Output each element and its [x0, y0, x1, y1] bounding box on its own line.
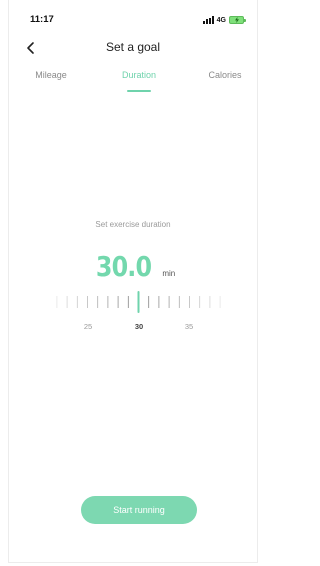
start-running-button[interactable]: Start running [81, 496, 197, 524]
goal-prompt: Set exercise duration [95, 220, 171, 229]
goal-value-display: 30.0 min [8, 250, 258, 284]
status-bar: 11:17 4G [8, 0, 258, 36]
tab-duration[interactable]: Duration [108, 70, 170, 80]
status-time: 11:17 [30, 14, 54, 25]
goal-unit: min [162, 269, 176, 278]
ruler-label: 25 [83, 322, 93, 331]
goal-value: 30.0 [95, 250, 152, 283]
ruler-label-selected: 30 [134, 322, 144, 331]
page-title: Set a goal [105, 40, 161, 54]
network-type: 4G [216, 16, 226, 24]
battery-charging-icon [229, 16, 246, 24]
goal-tabs: Mileage Duration Calories [8, 70, 258, 100]
tab-mileage[interactable]: Mileage [21, 70, 81, 80]
duration-ruler-slider[interactable] [8, 286, 258, 316]
active-tab-indicator [127, 90, 151, 92]
signal-icon [202, 16, 214, 24]
ruler-label: 35 [184, 322, 194, 331]
status-indicators: 4G [202, 14, 246, 26]
tab-duration-wrapper: Duration [108, 70, 170, 96]
ruler-labels: 25 30 35 [8, 322, 258, 334]
tab-calories[interactable]: Calories [195, 70, 255, 80]
ruler-selected-marker [137, 291, 140, 313]
header: Set a goal [8, 36, 258, 60]
